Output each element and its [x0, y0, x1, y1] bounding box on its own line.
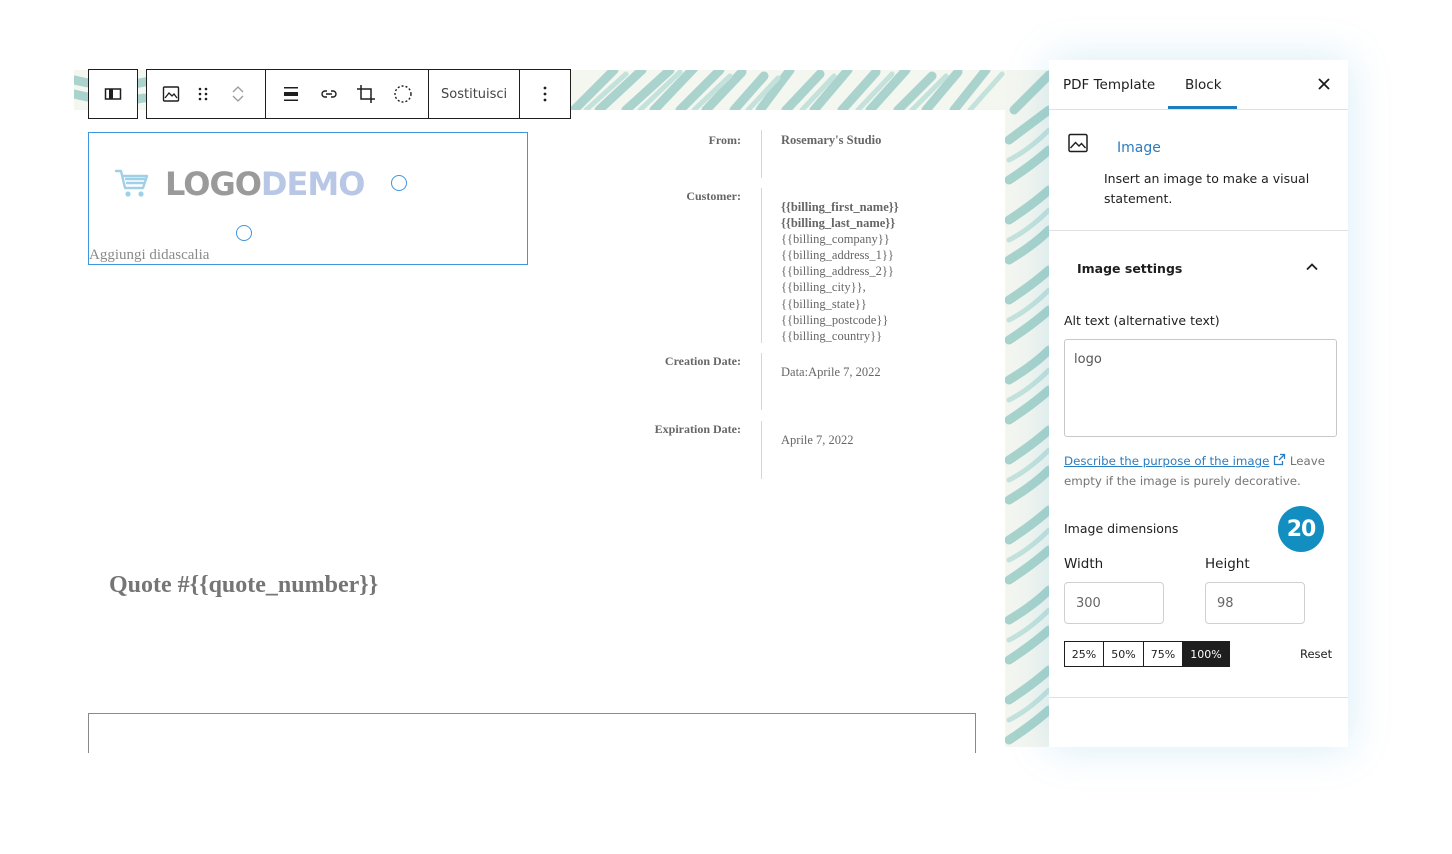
toolbar-group-main: Sostituisci: [146, 69, 572, 119]
toolbar-group-parent: [88, 69, 138, 119]
percent-25-button[interactable]: 25%: [1065, 642, 1104, 666]
image-dimensions-label: Image dimensions: [1064, 521, 1179, 536]
crop-icon: [357, 85, 375, 103]
percent-size-group: 25% 50% 75% 100%: [1064, 641, 1230, 667]
image-settings-panel: Image settings Alt text (alternative tex…: [1049, 231, 1348, 698]
customer-line: {{billing_address_1}}: [781, 248, 894, 263]
logo-text-part1: LOGO: [165, 165, 262, 203]
chevron-down-icon[interactable]: [231, 94, 245, 104]
from-value: Rosemary's Studio: [781, 133, 882, 147]
alt-text-input[interactable]: logo: [1064, 339, 1337, 437]
select-parent-button[interactable]: [89, 70, 137, 118]
duotone-circle-icon: [394, 85, 412, 103]
height-label: Height: [1205, 556, 1250, 572]
more-options-button[interactable]: [520, 70, 570, 118]
quote-title[interactable]: Quote #{{quote_number}}: [109, 572, 378, 599]
drag-dots-icon: [198, 87, 208, 101]
customer-line: {{billing_country}}: [781, 328, 883, 343]
expiration-date-value: Aprile 7, 2022: [781, 433, 854, 447]
duotone-button[interactable]: [390, 70, 416, 118]
sidebar-tabs: PDF Template Block: [1049, 60, 1348, 110]
logo-image: LOGODEMO: [115, 165, 365, 203]
height-input[interactable]: [1205, 582, 1305, 624]
block-description: Insert an image to make a visual stateme…: [1104, 171, 1310, 206]
expiration-date-label: Expiration Date:: [654, 422, 741, 436]
replace-button[interactable]: Sostituisci: [429, 70, 519, 118]
block-toolbar: Sostituisci: [88, 69, 572, 119]
customer-line: {{billing_state}}: [781, 296, 867, 311]
settings-sidebar: PDF Template Block Image Insert an image…: [1049, 60, 1348, 747]
width-input[interactable]: [1064, 582, 1164, 624]
table-block[interactable]: [88, 713, 976, 753]
step-number-badge: 20: [1278, 506, 1324, 552]
block-card: Image Insert an image to make a visual s…: [1049, 110, 1348, 231]
caption-input[interactable]: Aggiungi didascalia: [89, 247, 209, 264]
block-type-button[interactable]: [147, 70, 195, 118]
link-button[interactable]: [316, 70, 342, 118]
column-divider: [761, 188, 762, 343]
shopping-cart-icon: [115, 169, 149, 197]
alt-text-label: Alt text (alternative text): [1064, 313, 1220, 328]
customer-address: {{billing_first_name}} {{billing_last_na…: [781, 199, 899, 344]
image-icon: [1068, 133, 1088, 153]
resize-handle-bottom[interactable]: [236, 225, 252, 241]
drag-handle[interactable]: [195, 70, 211, 118]
image-block[interactable]: LOGODEMO Aggiungi didascalia: [88, 132, 528, 265]
close-icon: [1318, 78, 1330, 90]
external-link-icon[interactable]: [1273, 453, 1286, 466]
column-divider: [761, 421, 762, 479]
customer-line: {{billing_last_name}}: [781, 216, 896, 231]
chevron-up-icon[interactable]: [231, 84, 245, 94]
vertical-ellipsis-icon: [543, 86, 547, 102]
customer-line: {{billing_company}}: [781, 232, 890, 247]
image-icon: [162, 86, 180, 102]
column-divider: [761, 130, 762, 178]
customer-label: Customer:: [686, 189, 741, 203]
width-label: Width: [1064, 556, 1104, 572]
customer-line: {{billing_postcode}}: [781, 312, 889, 327]
link-icon: [321, 90, 337, 98]
column-divider: [761, 353, 762, 410]
reset-button[interactable]: Reset: [1300, 647, 1332, 661]
tab-block[interactable]: Block: [1185, 77, 1222, 93]
describe-purpose-link[interactable]: Describe the purpose of the image: [1064, 454, 1269, 468]
customer-line: {{billing_address_2}}: [781, 264, 894, 279]
active-tab-indicator: [1168, 106, 1237, 109]
customer-line: {{billing_city}},: [781, 280, 866, 295]
align-button[interactable]: [266, 70, 316, 118]
panel-title[interactable]: Image settings: [1077, 261, 1182, 276]
align-icon: [284, 87, 298, 101]
logo-text-part2: DEMO: [260, 165, 365, 203]
block-title: Image: [1117, 140, 1161, 156]
collapse-panel-button[interactable]: [1304, 259, 1320, 275]
resize-handle-right[interactable]: [391, 175, 407, 191]
alt-text-help: Describe the purpose of the image Leave …: [1064, 451, 1339, 491]
creation-date-value: Data:Aprile 7, 2022: [781, 365, 881, 379]
from-label: From:: [708, 133, 741, 147]
chevron-up-icon: [1306, 263, 1318, 271]
tab-pdf-template[interactable]: PDF Template: [1063, 77, 1155, 93]
creation-date-label: Creation Date:: [664, 354, 741, 368]
move-buttons[interactable]: [211, 70, 265, 118]
percent-100-button[interactable]: 100%: [1183, 642, 1229, 666]
customer-line: {{billing_first_name}}: [781, 200, 899, 214]
percent-75-button[interactable]: 75%: [1144, 642, 1183, 666]
logo-wordmark: LOGODEMO: [165, 165, 365, 203]
close-sidebar-button[interactable]: [1315, 75, 1333, 93]
crop-button[interactable]: [342, 70, 390, 118]
percent-50-button[interactable]: 50%: [1104, 642, 1144, 666]
columns-icon: [104, 88, 122, 100]
